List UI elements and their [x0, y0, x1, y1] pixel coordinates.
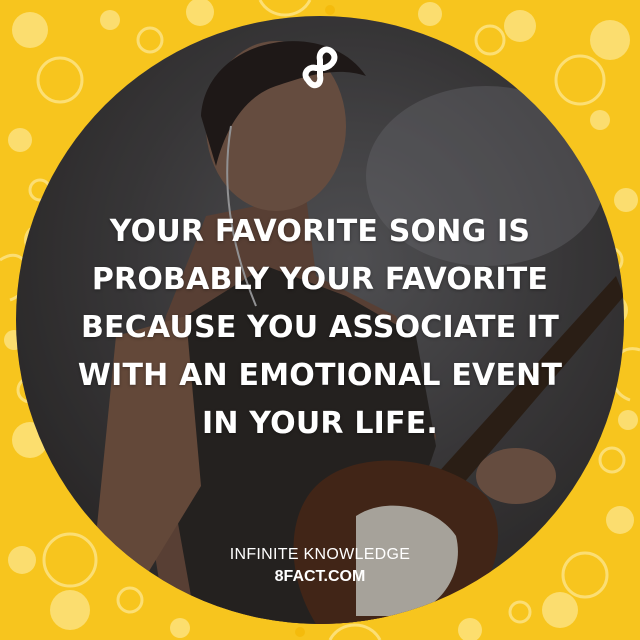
fact-line: PROBABLY YOUR FAVORITE: [91, 262, 549, 297]
fact-line: IN YOUR LIFE.: [201, 406, 439, 441]
fact-line: BECAUSE YOU ASSOCIATE IT: [80, 310, 560, 345]
fact-line: WITH AN EMOTIONAL EVENT: [77, 358, 563, 393]
fact-line: YOUR FAVORITE SONG IS: [109, 214, 531, 249]
fact-card: YOUR FAVORITE SONG IS PROBABLY YOUR FAVO…: [0, 0, 640, 640]
infinity-8-logo-icon: [302, 46, 338, 89]
brand-site: 8FACT.COM: [274, 568, 366, 585]
fact-text: YOUR FAVORITE SONG IS PROBABLY YOUR FAVO…: [40, 208, 600, 448]
brand-footer: INFINITE KNOWLEDGE 8FACT.COM: [170, 544, 470, 588]
brand-tagline: INFINITE KNOWLEDGE: [229, 546, 411, 563]
